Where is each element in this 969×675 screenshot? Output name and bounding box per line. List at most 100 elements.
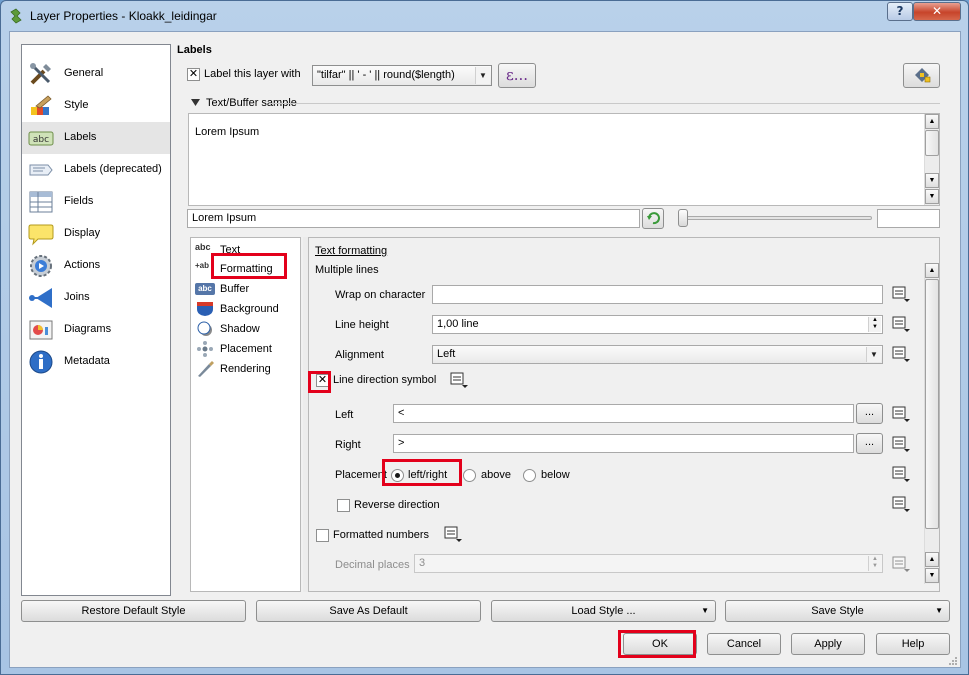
- scroll-up-icon[interactable]: ▲: [925, 114, 939, 129]
- close-window-button[interactable]: ✕: [913, 2, 961, 21]
- resize-grip-icon[interactable]: [946, 654, 958, 666]
- help-button[interactable]: Help: [876, 633, 950, 655]
- data-defined-override-icon[interactable]: [890, 314, 912, 334]
- right-symbol-value: >: [398, 437, 405, 449]
- data-defined-override-icon[interactable]: [890, 284, 912, 304]
- info-icon: [29, 350, 53, 374]
- nav-label-style: Style: [64, 99, 89, 111]
- placement-left-right-radio[interactable]: [391, 469, 404, 482]
- left-symbol-browse-button[interactable]: ...: [856, 403, 883, 424]
- subnav-placement[interactable]: Placement: [195, 340, 299, 358]
- spin-arrows-icon[interactable]: ▲ ▼: [868, 556, 881, 571]
- apply-button[interactable]: Apply: [791, 633, 865, 655]
- placement-above-radio[interactable]: [463, 469, 476, 482]
- data-defined-override-icon[interactable]: [890, 434, 912, 454]
- line-direction-label: Line direction symbol: [333, 374, 437, 386]
- menu-arrow-icon: ▼: [701, 606, 709, 615]
- placement-below-label: below: [541, 469, 570, 481]
- scroll-up-icon[interactable]: ▲: [925, 263, 939, 278]
- placement-below-radio[interactable]: [523, 469, 536, 482]
- scroll-thumb[interactable]: [925, 279, 939, 529]
- subnav-placement-label: Placement: [220, 343, 272, 355]
- labels-section-title: Labels: [177, 44, 212, 56]
- subnav-buffer-label: Buffer: [220, 283, 250, 295]
- sample-text-input[interactable]: Lorem Ipsum: [187, 209, 640, 228]
- data-defined-override-icon[interactable]: [890, 464, 912, 484]
- subnav-buffer[interactable]: abc Buffer: [195, 280, 299, 298]
- reset-sample-button[interactable]: [642, 208, 664, 229]
- nav-item-labels-deprecated[interactable]: Labels (deprecated): [22, 154, 170, 186]
- expression-builder-button[interactable]: ε...: [498, 63, 536, 88]
- sample-preview-text: Lorem Ipsum: [195, 126, 260, 138]
- line-height-spinbox[interactable]: 1,00 line ▲ ▼: [432, 315, 883, 334]
- formatting-panel-scrollbar[interactable]: ▲ ▲ ▼: [924, 263, 939, 584]
- label-this-layer-checkbox[interactable]: ✕: [187, 68, 200, 81]
- label-expression-combo[interactable]: "tilfar" || ' - ' || round($length) ▼: [312, 65, 492, 86]
- data-defined-override-icon[interactable]: [442, 524, 464, 544]
- alignment-combo[interactable]: Left ▼: [432, 345, 883, 364]
- spin-arrows-icon[interactable]: ▲ ▼: [868, 317, 881, 332]
- nav-item-actions[interactable]: Actions: [22, 250, 170, 282]
- nav-item-labels[interactable]: abc Labels: [22, 122, 170, 154]
- nav-item-display[interactable]: Display: [22, 218, 170, 250]
- subnav-text[interactable]: abc Text: [195, 241, 299, 259]
- placement-left-right-label: left/right: [408, 469, 448, 481]
- subnav-formatting[interactable]: +ab Formatting: [195, 260, 299, 278]
- right-symbol-input[interactable]: >: [393, 434, 854, 453]
- data-defined-override-icon[interactable]: [890, 494, 912, 514]
- chevron-down-icon: ▼: [866, 347, 881, 362]
- right-symbol-browse-button[interactable]: ...: [856, 433, 883, 454]
- scroll-thumb[interactable]: [925, 130, 939, 156]
- zoom-slider-handle[interactable]: [678, 209, 688, 227]
- join-arrow-icon: [29, 288, 52, 308]
- tools-icon: [30, 63, 51, 85]
- formatted-numbers-checkbox[interactable]: [316, 529, 329, 542]
- scroll-down-icon[interactable]: ▼: [925, 568, 939, 583]
- title-bar[interactable]: Layer Properties - Kloakk_leidingar ? ✕: [1, 1, 968, 31]
- abc-text-icon: abc: [195, 242, 211, 252]
- scroll-down-icon-2[interactable]: ▼: [925, 189, 939, 204]
- line-height-label: Line height: [335, 319, 389, 331]
- left-symbol-input[interactable]: <: [393, 404, 854, 423]
- nav-label-actions: Actions: [64, 259, 101, 271]
- sample-background-color[interactable]: [877, 209, 940, 228]
- restore-default-style-button[interactable]: Restore Default Style: [21, 600, 246, 622]
- save-as-default-button[interactable]: Save As Default: [256, 600, 481, 622]
- subnav-shadow[interactable]: Shadow: [195, 320, 299, 338]
- nav-item-style[interactable]: Style: [22, 90, 170, 122]
- data-defined-override-icon[interactable]: [448, 370, 470, 390]
- scroll-down-icon[interactable]: ▼: [925, 173, 939, 188]
- rule-based-labels-button[interactable]: [903, 63, 940, 88]
- wrap-on-character-input[interactable]: [432, 285, 883, 304]
- wrap-on-character-label: Wrap on character: [335, 289, 426, 301]
- nav-item-general[interactable]: General: [22, 58, 170, 90]
- collapse-triangle-icon[interactable]: [191, 99, 200, 106]
- reverse-direction-checkbox[interactable]: [337, 499, 350, 512]
- ok-button[interactable]: OK: [623, 633, 697, 655]
- data-defined-override-icon[interactable]: [890, 404, 912, 424]
- zoom-slider-track[interactable]: [680, 216, 872, 220]
- nav-item-metadata[interactable]: Metadata: [22, 346, 170, 378]
- subnav-background[interactable]: Background: [195, 300, 299, 318]
- load-style-button[interactable]: Load Style ... ▼: [491, 600, 716, 622]
- layer-properties-window: Layer Properties - Kloakk_leidingar ? ✕ …: [0, 0, 969, 675]
- scroll-up-icon-2[interactable]: ▲: [925, 552, 939, 567]
- nav-item-diagrams[interactable]: Diagrams: [22, 314, 170, 346]
- subnav-rendering[interactable]: Rendering: [195, 360, 299, 378]
- preview-scrollbar[interactable]: ▲ ▼ ▼: [924, 114, 939, 205]
- save-style-button[interactable]: Save Style ▼: [725, 600, 950, 622]
- nav-item-fields[interactable]: Fields: [22, 186, 170, 218]
- data-defined-override-icon[interactable]: [890, 554, 912, 574]
- placement-above-label: above: [481, 469, 511, 481]
- nav-label-labels-deprecated: Labels (deprecated): [64, 163, 162, 175]
- help-titlebar-button[interactable]: ?: [887, 2, 913, 21]
- decimal-places-label: Decimal places: [335, 559, 410, 571]
- cancel-button[interactable]: Cancel: [707, 633, 781, 655]
- nav-item-joins[interactable]: Joins: [22, 282, 170, 314]
- buffer-icon: abc: [195, 283, 215, 295]
- decimal-places-spinbox[interactable]: 3 ▲ ▼: [414, 554, 883, 573]
- line-direction-checkbox[interactable]: ✕: [316, 374, 329, 387]
- svg-text:abc: abc: [33, 135, 49, 145]
- subnav-formatting-label: Formatting: [220, 263, 273, 275]
- data-defined-override-icon[interactable]: [890, 344, 912, 364]
